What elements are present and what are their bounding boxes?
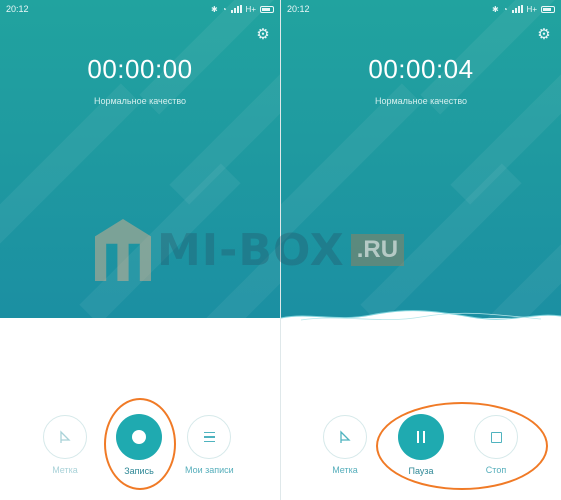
mark-label: Метка <box>332 465 358 475</box>
record-label: Запись <box>124 466 154 476</box>
record-button[interactable]: Запись <box>116 414 162 476</box>
status-bar: 20:12 ✱ ◔ H+ <box>0 0 280 18</box>
settings-gear-icon[interactable]: ⚙ <box>256 27 270 42</box>
audio-waveform <box>281 310 561 330</box>
stop-icon <box>490 431 502 443</box>
mark-button[interactable]: Метка <box>323 415 367 475</box>
pause-button[interactable]: Пауза <box>398 414 444 476</box>
pause-icon <box>417 431 425 443</box>
stop-button[interactable]: Стоп <box>474 415 518 475</box>
my-records-button[interactable]: Мои записи <box>185 415 234 475</box>
control-bar: Метка Запись Мои записи <box>0 414 280 485</box>
recording-timer: 00:00:00 <box>87 54 193 84</box>
recording-timer: 00:00:04 <box>368 54 474 84</box>
recorder-screen-recording: 20:12 ✱ ◔ H+ ⚙ 00:00:04 Нормальное качес… <box>281 0 561 500</box>
quality-label: Нормальное качество <box>93 96 187 106</box>
flag-icon <box>60 430 71 443</box>
mark-button[interactable]: Метка <box>43 415 87 475</box>
signal-icon <box>511 5 523 13</box>
network-type: H+ <box>245 4 256 14</box>
alarm-icon: ◔ <box>221 4 227 14</box>
settings-gear-icon[interactable]: ⚙ <box>537 27 551 42</box>
flag-icon <box>340 430 351 443</box>
my-records-label: Мои записи <box>185 465 234 475</box>
bluetooth-icon: ✱ <box>211 4 218 14</box>
mark-label: Метка <box>52 465 78 475</box>
recording-panel: 20:12 ✱ ◔ H+ ⚙ 00:00:04 Нормальное качес… <box>281 0 561 318</box>
record-icon <box>132 430 146 444</box>
control-bar: Метка Пауза Стоп <box>281 414 561 485</box>
battery-icon <box>260 5 274 13</box>
recorder-screen-idle: 20:12 ✱ ◔ H+ ⚙ 00:00:00 Нормальное качес… <box>0 0 280 500</box>
network-type: H+ <box>526 4 537 14</box>
bluetooth-icon: ✱ <box>492 4 499 14</box>
stop-label: Стоп <box>485 465 507 475</box>
signal-icon <box>230 5 242 13</box>
alarm-icon: ◔ <box>502 4 508 14</box>
quality-label: Нормальное качество <box>374 96 468 106</box>
status-bar: 20:12 ✱ ◔ H+ <box>281 0 561 18</box>
status-time: 20:12 <box>287 4 310 14</box>
recording-panel: 20:12 ✱ ◔ H+ ⚙ 00:00:00 Нормальное качес… <box>0 0 280 318</box>
list-icon <box>203 431 215 443</box>
battery-icon <box>541 5 555 13</box>
status-time: 20:12 <box>6 4 29 14</box>
pause-label: Пауза <box>408 466 434 476</box>
